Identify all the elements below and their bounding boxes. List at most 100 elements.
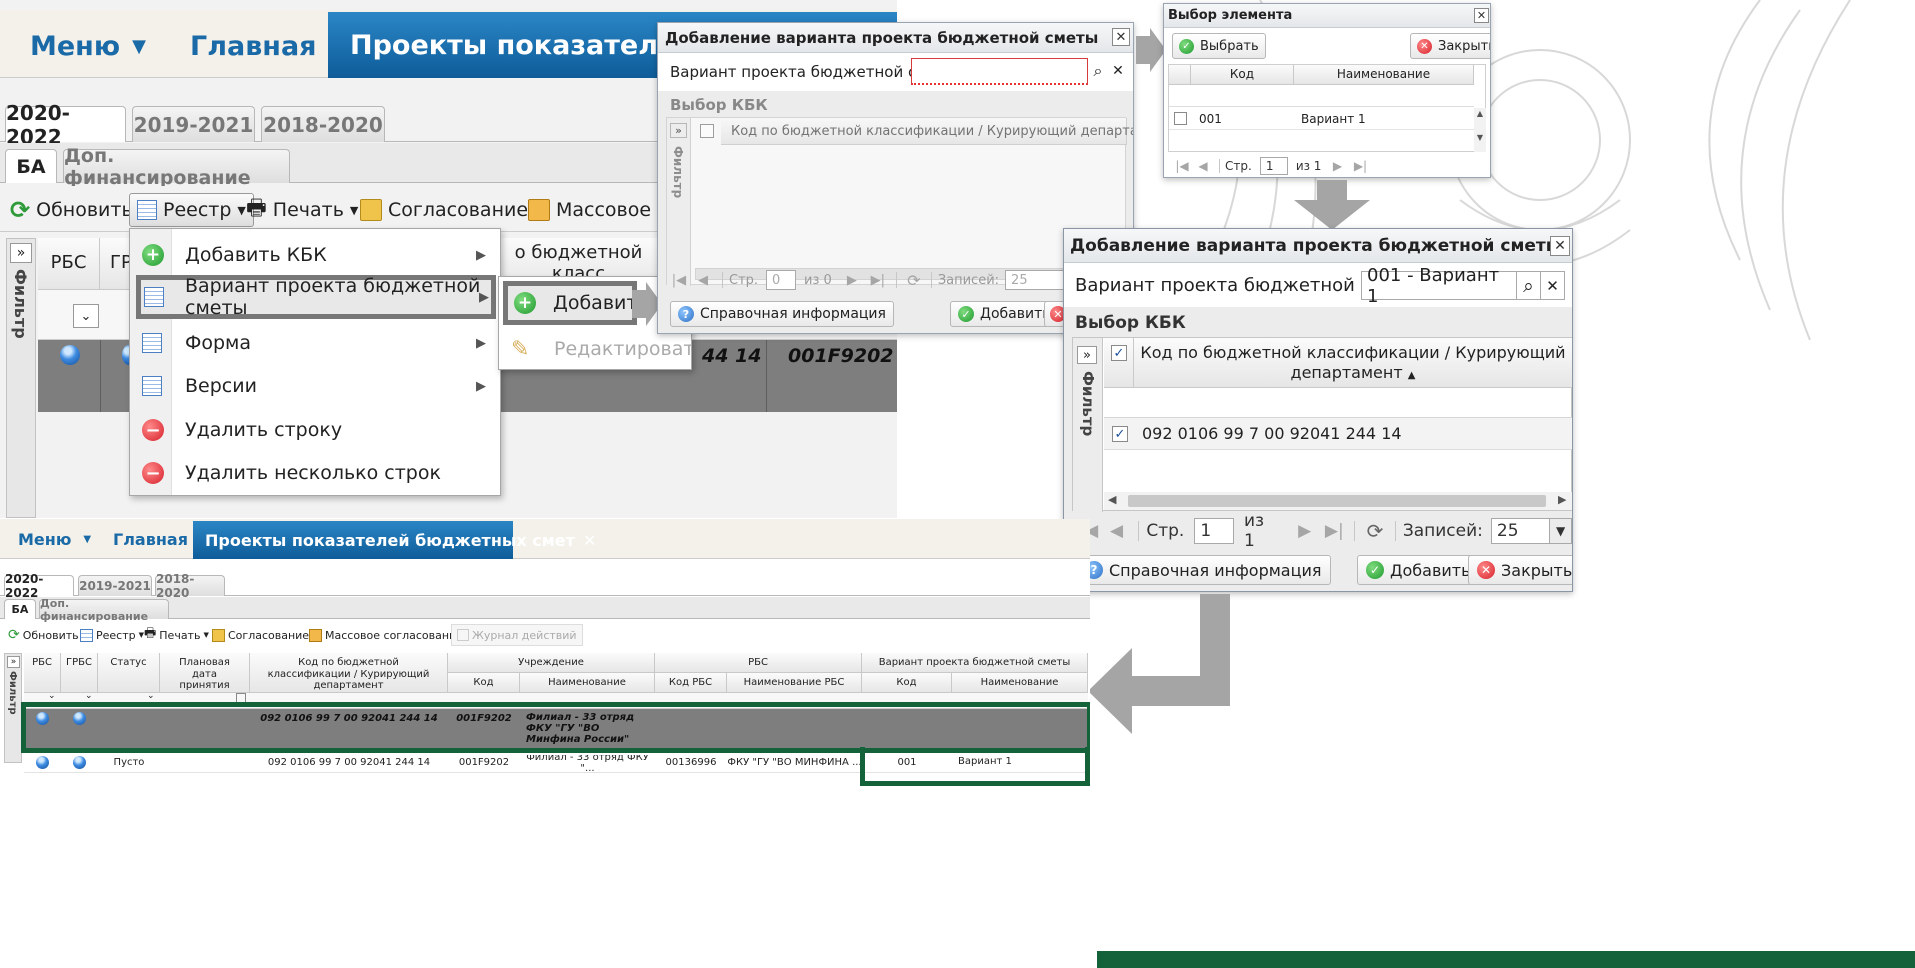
dialog1-select-all-checkbox[interactable] [700, 124, 714, 138]
expand-icon[interactable]: » [670, 123, 687, 138]
chevron-down-icon[interactable]: ⌄ [147, 691, 155, 701]
top-filter-dropdown[interactable]: ⌄ [73, 304, 99, 328]
registry-item-variant[interactable]: Вариант проекта бюджетной сметы ▶ [136, 275, 496, 319]
bottom-home-tab[interactable]: Главная [113, 528, 188, 550]
bottom-year-tab-2020[interactable]: 2020-2022 [4, 572, 74, 600]
dialog1-page-input[interactable]: 0 [766, 270, 797, 290]
bottom-row2-inst-name: Филиал - 33 отряд ФКУ "... [526, 755, 649, 771]
registry-item-delete-row[interactable]: − Удалить строку [130, 410, 500, 450]
top-refresh-button[interactable]: ⟳ Обновить [10, 195, 133, 225]
top-year-tab-2020[interactable]: 2020-2022 [5, 101, 126, 149]
dialog2-close-icon[interactable]: ✕ [1550, 236, 1570, 256]
clear-icon[interactable]: ✕ [1108, 59, 1128, 83]
dialog1-records-select[interactable]: 25 [1005, 270, 1066, 290]
dialog2-kbk-row[interactable]: ✓ 092 0106 99 7 00 92041 244 14 [1104, 418, 1572, 450]
top-year-tab-2018[interactable]: 2018-2020 [261, 106, 385, 142]
dialog2-records-select[interactable]: 25 [1490, 518, 1551, 544]
chevron-down-icon[interactable]: ▼ [1550, 518, 1572, 544]
first-page-icon[interactable]: |◀ [668, 273, 690, 288]
picker-close-button[interactable]: ✕ Закрыть [1410, 33, 1490, 59]
last-page-icon[interactable]: ▶| [1349, 159, 1371, 173]
search-icon[interactable]: ⌕ [1517, 271, 1541, 300]
dialog1-close-icon[interactable]: ✕ [1112, 28, 1130, 46]
registry-item-versions[interactable]: Версии ▶ [130, 366, 500, 406]
top-filter-sidebar[interactable]: » Фильтр [6, 238, 36, 518]
dialog2-hscroll-thumb[interactable] [1128, 495, 1546, 507]
registry-item-form[interactable]: Форма ▶ [130, 323, 500, 363]
bottom-approval-button[interactable]: Согласование ▼ [212, 626, 317, 644]
dialog2-variant-input[interactable]: 001 - Вариант 1 [1361, 265, 1517, 307]
dialog1-filter-strip[interactable]: » Фильтр [667, 118, 691, 286]
last-page-icon[interactable]: ▶| [866, 273, 890, 288]
expand-icon[interactable]: » [7, 656, 20, 668]
reload-icon[interactable]: ⟳ [1362, 519, 1388, 543]
dialog2-row-checkbox[interactable]: ✓ [1112, 426, 1128, 442]
dialog2-close-button[interactable]: ✕ Закрыть [1468, 555, 1572, 585]
first-page-icon[interactable]: |◀ [1172, 159, 1192, 173]
picker-row[interactable]: 001 Вариант 1 [1169, 108, 1474, 130]
chevron-down-icon[interactable]: ⌄ [85, 691, 93, 701]
scroll-right-icon[interactable]: ▶ [1558, 493, 1566, 506]
picker-row-code: 001 [1199, 111, 1222, 126]
dialog2-add-button[interactable]: ✓ Добавить [1357, 555, 1480, 585]
bottom-filter-sidebar[interactable]: » Фильтр [4, 653, 22, 763]
next-page-icon[interactable]: ▶ [838, 273, 866, 288]
bottom-refresh-button[interactable]: ⟳ Обновить [8, 626, 79, 644]
bottom-right-green-bar [1097, 951, 1915, 968]
picker-select-button[interactable]: ✓ Выбрать [1172, 33, 1266, 59]
dialog2-help-button[interactable]: ? Справочная информация [1076, 555, 1331, 585]
picker-page-input[interactable]: 1 [1259, 157, 1288, 175]
dialog2-page-input[interactable]: 1 [1194, 518, 1234, 544]
bottom-print-button[interactable]: 🖶 Печать ▼ [144, 626, 209, 644]
picker-vscroll[interactable]: ▲ ▼ [1474, 108, 1486, 152]
expand-icon[interactable]: » [10, 243, 32, 263]
top-approval-button[interactable]: Согласование ▼ [360, 195, 543, 225]
top-home-tab[interactable]: Главная [190, 28, 317, 64]
dialog2-help-label: Справочная информация [1109, 560, 1322, 580]
top-grid-col-sep [766, 340, 767, 412]
registry-item-delete-many[interactable]: − Удалить несколько строк [130, 453, 500, 493]
submenu-edit-label: Редактировать [554, 338, 692, 360]
expand-icon[interactable]: » [1077, 346, 1097, 364]
bottom-mass-approval-button[interactable]: Массовое согласование ▼ [309, 626, 471, 644]
dialog1-add-button[interactable]: ✓ Добавить [950, 301, 1059, 327]
table-icon [142, 376, 162, 396]
prev-page-icon[interactable]: ◀ [690, 273, 716, 288]
bottom-registry-button[interactable]: Реестр ▼ [80, 626, 144, 644]
submenu-add[interactable]: + Добавить [503, 281, 649, 325]
top-print-button[interactable]: 🖶 Печать ▼ [246, 195, 358, 225]
dialog2-hscroll[interactable]: ◀ ▶ [1104, 492, 1572, 510]
dialog2-select-all-checkbox[interactable]: ✓ [1111, 345, 1127, 361]
bottom-menu-button[interactable]: Меню ▼ [18, 528, 91, 550]
close-icon[interactable]: ✕ [583, 531, 596, 550]
dialog1-help-button[interactable]: ? Справочная информация [670, 301, 894, 327]
bottom-subtab-ba[interactable]: БА [4, 599, 36, 619]
chevron-down-icon[interactable]: ⌄ [48, 691, 56, 701]
registry-item-add-kbk[interactable]: + Добавить КБК ▶ [130, 235, 500, 275]
top-subtab-extra[interactable]: Доп. финансирование [63, 145, 290, 189]
bottom-subtab-extra[interactable]: Доп. финансирование [39, 597, 169, 623]
picker-row-checkbox[interactable] [1174, 112, 1187, 125]
prev-page-icon[interactable]: ◀ [1192, 159, 1214, 173]
picker-close-icon[interactable]: ✕ [1474, 8, 1489, 23]
bottom-print-label: Печать [159, 628, 201, 642]
reload-icon[interactable]: ⟳ [903, 271, 925, 290]
prev-page-icon[interactable]: ◀ [1102, 521, 1132, 541]
bottom-year-tab-2018[interactable]: 2018-2020 [155, 572, 225, 600]
bottom-active-tab[interactable]: Проекты показателей бюджетных смет ✕ [193, 521, 596, 559]
dialog1-variant-input[interactable] [911, 58, 1088, 85]
dialog2-grid: » Фильтр ✓ Код по бюджетной классификаци… [1072, 337, 1572, 512]
next-page-icon[interactable]: ▶ [1288, 521, 1322, 541]
top-subtab-ba[interactable]: БА [5, 149, 57, 183]
bottom-year-tab-2019[interactable]: 2019-2021 [78, 575, 152, 596]
scroll-left-icon[interactable]: ◀ [1108, 493, 1116, 506]
next-page-icon[interactable]: ▶ [1325, 159, 1349, 173]
search-icon[interactable]: ⌕ [1088, 59, 1108, 83]
top-menu-button[interactable]: Меню ▼ [30, 28, 146, 64]
dialog2-titlebar: Добавление варианта проекта бюджетной см… [1064, 229, 1572, 263]
top-registry-button[interactable]: Реестр ▼ [129, 193, 254, 227]
clear-icon[interactable]: ✕ [1541, 271, 1565, 300]
last-page-icon[interactable]: ▶| [1321, 521, 1347, 541]
top-year-tab-2019[interactable]: 2019-2021 [132, 106, 255, 142]
dialog2-filter-strip[interactable]: » Фильтр [1073, 338, 1103, 512]
